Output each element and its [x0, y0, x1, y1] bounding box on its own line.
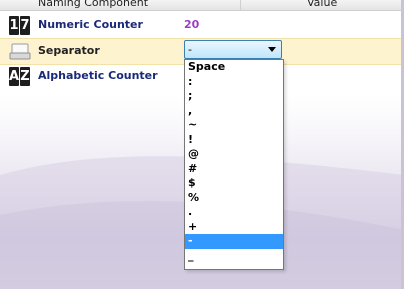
column-divider[interactable]: [240, 0, 241, 10]
row-label: Alphabetic Counter: [38, 69, 158, 82]
dropdown-option-hash[interactable]: #: [185, 162, 283, 177]
chevron-down-icon[interactable]: [268, 47, 276, 52]
row-label: Separator: [38, 44, 100, 57]
separator-dropdown-list[interactable]: Space : ; , ~ ! @ # $ % . + - _: [184, 59, 284, 270]
row-numeric-counter[interactable]: 17 Numeric Counter 20: [0, 13, 404, 38]
dropdown-option-hyphen[interactable]: -: [185, 234, 283, 249]
dropdown-option-tilde[interactable]: ~: [185, 118, 283, 133]
row-label: Numeric Counter: [38, 18, 143, 31]
dropdown-option-underscore[interactable]: _: [185, 249, 283, 264]
separator-combobox[interactable]: -: [184, 40, 282, 59]
combobox-value: -: [188, 43, 192, 56]
separator-icon: [9, 43, 31, 60]
dropdown-option-exclamation[interactable]: !: [185, 133, 283, 148]
dropdown-option-percent[interactable]: %: [185, 191, 283, 206]
dropdown-option-semicolon[interactable]: ;: [185, 89, 283, 104]
dropdown-option-period[interactable]: .: [185, 205, 283, 220]
alphabetic-counter-icon: AZ: [9, 67, 30, 86]
grid-header: Naming Component Value: [0, 0, 404, 11]
dropdown-option-space[interactable]: Space: [185, 60, 283, 75]
dropdown-option-colon[interactable]: :: [185, 75, 283, 90]
column-header-naming-component[interactable]: Naming Component: [38, 0, 148, 9]
numeric-counter-icon: 17: [9, 16, 30, 35]
dropdown-option-at[interactable]: @: [185, 147, 283, 162]
column-header-value[interactable]: Value: [307, 0, 337, 9]
row-value[interactable]: 20: [184, 18, 199, 31]
dropdown-option-plus[interactable]: +: [185, 220, 283, 235]
dropdown-option-dollar[interactable]: $: [185, 176, 283, 191]
dropdown-option-comma[interactable]: ,: [185, 104, 283, 119]
